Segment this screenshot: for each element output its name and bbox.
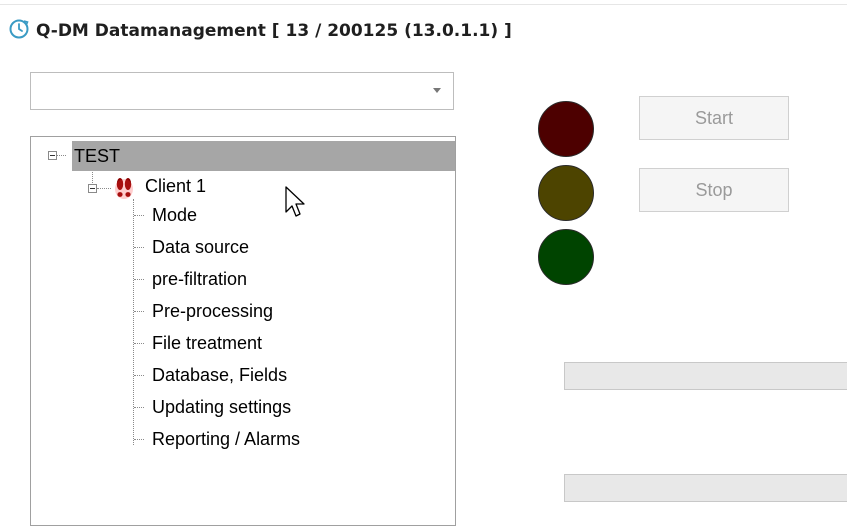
start-button[interactable]: Start — [639, 96, 789, 140]
status-light-green — [538, 229, 594, 285]
tree-connector — [134, 343, 144, 344]
tree-node-child-label: Updating settings — [152, 397, 292, 417]
app-title: Q-DM Datamanagement [ 13 / 200125 (13.0.… — [36, 21, 512, 41]
tree-node-child[interactable]: Data source — [147, 236, 367, 260]
mouse-cursor-icon — [285, 186, 305, 217]
tree-node-child-label: Mode — [152, 205, 198, 225]
tree-node-child[interactable]: Mode — [147, 204, 367, 228]
tree-node-child-label: Data source — [152, 237, 250, 257]
tree-node-child[interactable]: Updating settings — [147, 396, 367, 420]
tree-connector — [134, 279, 144, 280]
tree-node-client-label: Client 1 — [145, 176, 207, 196]
status-light-yellow — [538, 165, 594, 221]
tree-connector — [134, 375, 144, 376]
tree-node-child-label: Pre-processing — [152, 301, 274, 321]
tree-node-child[interactable]: Reporting / Alarms — [147, 428, 367, 452]
tree-node-child[interactable]: pre-filtration — [147, 268, 367, 292]
client-select-dropdown[interactable] — [30, 72, 454, 110]
tree-node-child[interactable]: Database, Fields — [147, 364, 367, 388]
progress-bar-2 — [564, 474, 847, 502]
tree-node-root-label: TEST — [74, 146, 121, 166]
tree-node-child-label: Database, Fields — [152, 365, 288, 385]
title-bar: Q-DM Datamanagement [ 13 / 200125 (13.0.… — [8, 16, 512, 46]
tree-connector — [134, 407, 144, 408]
tree-connector — [134, 215, 144, 216]
progress-bar-1 — [564, 362, 847, 390]
chevron-down-icon[interactable] — [433, 88, 441, 93]
tree-node-child-label: pre-filtration — [152, 269, 248, 289]
stop-button[interactable]: Stop — [639, 168, 789, 212]
tree-connector — [134, 439, 144, 440]
collapse-root-icon[interactable] — [48, 151, 57, 160]
tree-connector — [134, 247, 144, 248]
tree-node-client[interactable]: Client 1 — [135, 175, 255, 201]
tree-connector — [97, 188, 111, 189]
window-top-border — [0, 4, 847, 5]
tree-node-root[interactable]: TEST — [72, 141, 455, 171]
clock-refresh-icon — [8, 18, 30, 45]
tree-node-child[interactable]: Pre-processing — [147, 300, 367, 324]
tree-connector — [133, 199, 134, 445]
alert-feet-icon — [115, 177, 133, 199]
status-light-red — [538, 101, 594, 157]
configuration-tree[interactable]: TEST Client 1 Mode Data source pre-filtrat… — [30, 136, 456, 526]
tree-connector — [134, 311, 144, 312]
collapse-client-icon[interactable] — [88, 184, 97, 193]
tree-node-child[interactable]: File treatment — [147, 332, 367, 356]
tree-node-child-label: File treatment — [152, 333, 263, 353]
tree-node-child-label: Reporting / Alarms — [152, 429, 301, 449]
